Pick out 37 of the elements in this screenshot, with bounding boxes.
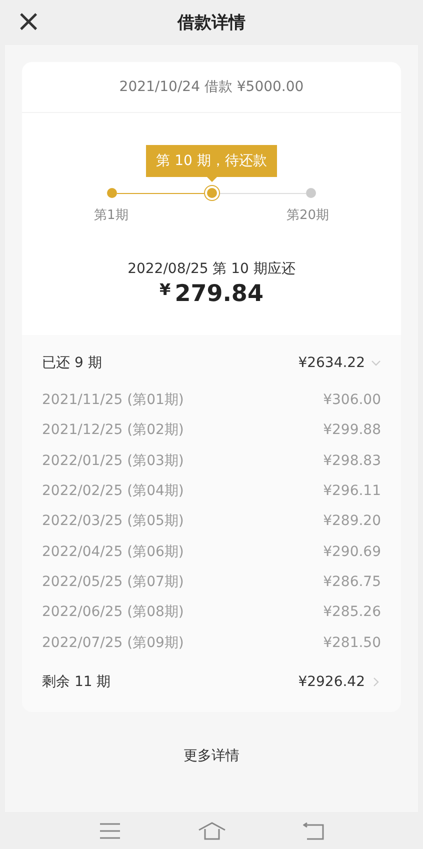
loan-info: 2021/10/24 借款 ¥5000.00 <box>22 62 401 113</box>
close-button[interactable]: × <box>16 5 42 39</box>
due-amount: 279.84 <box>174 281 264 307</box>
start-label: 第1期 <box>94 207 128 224</box>
paid-label[interactable]: 已还 9 期 <box>42 354 102 372</box>
start-dot <box>107 188 117 198</box>
installment-amount: ¥290.69 <box>323 544 381 560</box>
installment-amount: ¥306.00 <box>323 392 381 408</box>
status-tooltip: 第 10 期，待还款 <box>146 145 277 182</box>
installment-amount: ¥286.75 <box>323 574 381 590</box>
installment-amount: ¥285.26 <box>323 604 381 620</box>
paid-total: ¥2634.22 <box>298 355 365 371</box>
installment-amount: ¥289.20 <box>323 513 381 530</box>
menu-icon[interactable] <box>98 822 120 838</box>
installment-date: 2021/11/25 (第01期) <box>42 391 184 410</box>
due-info: 2022/08/25 第 10 期应还 <box>126 260 296 278</box>
installment-amount: ¥298.83 <box>323 452 381 469</box>
installment-date: 2022/05/25 (第07期) <box>42 572 184 591</box>
page-title: 借款详情 <box>178 12 246 34</box>
installment-date: 2022/03/25 (第05期) <box>42 512 184 530</box>
installment-amount: ¥296.11 <box>323 483 381 500</box>
remaining-label[interactable]: 剩余 11 期 <box>42 672 111 691</box>
currency-sign: ¥ <box>160 280 171 299</box>
installment-date: 2022/07/25 (第09期) <box>42 634 184 652</box>
installment-date: 2022/06/25 (第08期) <box>42 603 184 622</box>
installment-date: 2021/12/25 (第02期) <box>42 421 184 440</box>
more-details-link[interactable]: 更多详情 <box>22 746 401 765</box>
installment-date: 2022/01/25 (第03期) <box>42 452 184 470</box>
installment-amount: ¥281.50 <box>323 634 381 651</box>
installment-date: 2022/02/25 (第04期) <box>42 482 184 500</box>
installment-date: 2022/04/25 (第06期) <box>42 542 184 561</box>
end-dot <box>306 188 316 198</box>
installment-amount: ¥299.88 <box>323 422 381 438</box>
remaining-total: ¥2926.42 <box>298 674 365 690</box>
end-label: 第20期 <box>286 207 329 224</box>
back-icon[interactable] <box>302 822 324 840</box>
home-icon[interactable] <box>198 822 226 840</box>
